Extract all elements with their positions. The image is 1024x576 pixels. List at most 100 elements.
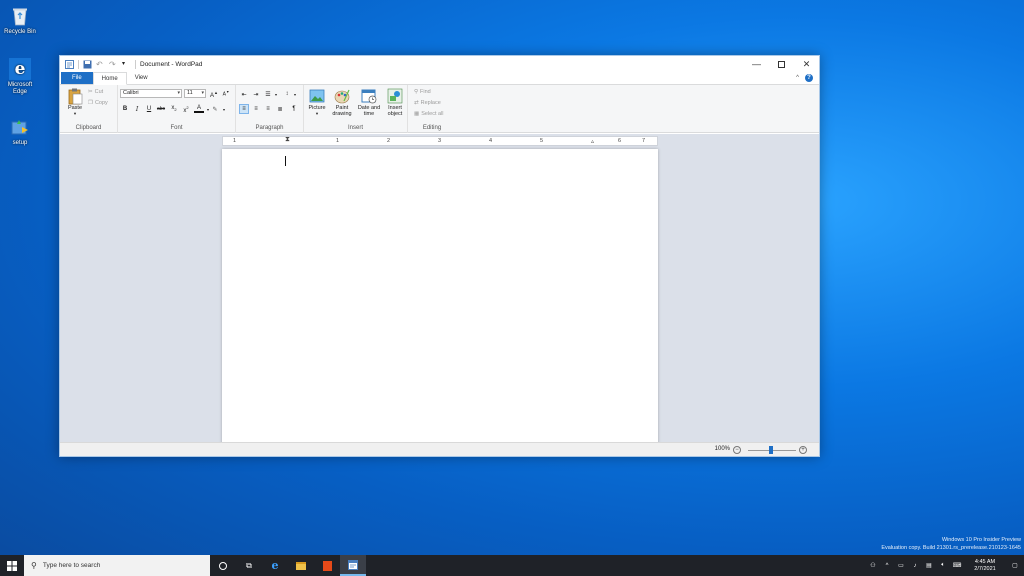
desktop-icon-recycle-bin[interactable]: Recycle Bin	[4, 5, 36, 36]
taskbar-search-box[interactable]: ⚲ Type here to search	[24, 555, 210, 576]
volume-icon[interactable]: 🔈︎	[936, 562, 950, 569]
font-size-value: 11	[187, 90, 193, 96]
superscript-button[interactable]: x2	[181, 104, 191, 114]
zoom-in-button[interactable]: +	[799, 446, 807, 454]
replace-button[interactable]: ⇄ Replace	[414, 100, 441, 106]
bullet-list-icon: ☰	[265, 91, 271, 98]
find-button[interactable]: ⚲ Find	[414, 89, 431, 95]
wordpad-icon	[348, 559, 358, 570]
keyboard-icon[interactable]: ⌨	[950, 562, 964, 569]
task-view-button[interactable]: ⧉	[236, 555, 262, 576]
picture-icon	[309, 88, 325, 104]
collapse-ribbon-icon[interactable]: ^	[796, 75, 799, 81]
tab-home[interactable]: Home	[92, 72, 127, 85]
microphone-icon[interactable]: ♪	[908, 563, 922, 569]
italic-button[interactable]: I	[132, 104, 142, 114]
binoculars-icon: ⚲	[414, 89, 419, 95]
customize-toolbar-chevron-icon[interactable]: ▾	[122, 60, 131, 69]
cortana-icon	[219, 561, 227, 570]
wordpad-app-icon[interactable]	[65, 59, 74, 69]
group-label-insert: Insert	[347, 125, 363, 131]
bold-button[interactable]: B	[120, 104, 130, 114]
close-button[interactable]: ✕	[794, 56, 819, 72]
cortana-button[interactable]	[210, 555, 236, 576]
office-icon	[322, 560, 332, 571]
start-button[interactable]	[0, 555, 24, 576]
align-right-button[interactable]: ≡	[263, 104, 273, 114]
paragraph-settings-button[interactable]: ¶	[289, 104, 299, 114]
date-time-button[interactable]: Date and time	[356, 88, 382, 117]
taskbar-wordpad[interactable]	[340, 555, 366, 576]
select-all-button[interactable]: ▦ Select all	[414, 111, 444, 117]
zoom-slider-thumb[interactable]	[769, 446, 773, 454]
tab-view[interactable]: View	[127, 72, 156, 84]
taskbar-edge[interactable]: e	[262, 555, 288, 576]
grow-font-button[interactable]: A▲	[209, 89, 219, 99]
date-time-label: Date and time	[357, 105, 381, 117]
document-workspace[interactable]: 1 ⧗ 1 2 3 4 5 ▵ 6 7	[60, 134, 819, 442]
show-hidden-icons-chevron-icon[interactable]: ^	[880, 563, 894, 569]
align-left-icon: ≡	[242, 106, 246, 112]
align-left-button[interactable]: ≡	[239, 104, 249, 114]
task-view-icon: ⧉	[246, 560, 252, 570]
strikethrough-button[interactable]: abc	[156, 104, 166, 114]
redo-icon[interactable]: ↷	[109, 60, 118, 69]
people-icon[interactable]: ⚇	[866, 562, 880, 569]
copy-label: Copy	[94, 100, 108, 106]
document-page[interactable]	[222, 149, 658, 442]
taskbar: ⚲ Type here to search ⧉ e ⚇ ^ ▭ ♪ ▤ 🔈︎ ⌨…	[0, 555, 1024, 576]
network-icon[interactable]: ▤	[922, 562, 936, 569]
cut-button[interactable]: ✂ Cut	[88, 89, 103, 95]
paste-dropdown-icon: ▾	[73, 111, 77, 116]
right-indent-marker-icon[interactable]: ▵	[591, 138, 594, 145]
group-label-font: Font	[170, 125, 183, 131]
ruler[interactable]: 1 ⧗ 1 2 3 4 5 ▵ 6 7	[222, 136, 658, 146]
picture-button[interactable]: Picture ▾	[306, 88, 328, 117]
windows-logo-icon	[7, 560, 17, 571]
minimize-button[interactable]: —	[744, 56, 769, 72]
underline-button[interactable]: U	[144, 104, 154, 114]
subscript-button[interactable]: x2	[169, 104, 179, 114]
folder-icon	[296, 561, 306, 570]
indent-marker-icon[interactable]: ⧗	[285, 136, 290, 144]
align-center-button[interactable]: ≡	[251, 104, 261, 114]
grow-font-icon: A▲	[210, 89, 218, 99]
taskbar-file-explorer[interactable]	[288, 555, 314, 576]
desktop-icon-setup[interactable]: setup	[4, 116, 36, 147]
undo-icon[interactable]: ↶	[96, 60, 105, 69]
save-icon[interactable]	[83, 60, 92, 69]
text-color-icon: A	[196, 104, 201, 111]
font-family-select[interactable]: Calibri ▾	[120, 89, 182, 98]
ruler-mark: 1	[336, 138, 340, 144]
taskbar-office[interactable]	[314, 555, 340, 576]
desktop-icon-label: Microsoft Edge	[7, 82, 33, 95]
tab-file[interactable]: File	[61, 72, 93, 84]
bullets-dropdown[interactable]: ▾	[271, 89, 281, 99]
insert-object-button[interactable]: Insert object	[383, 88, 407, 117]
chevron-down-icon: ▾	[201, 90, 204, 96]
increase-indent-button[interactable]: ⇥	[251, 89, 261, 99]
highlight-dropdown[interactable]: ▾	[219, 104, 229, 114]
font-size-select[interactable]: 11 ▾	[184, 89, 206, 98]
desktop-icon-edge[interactable]: e Microsoft Edge	[4, 58, 36, 96]
watermark-line-1: Windows 10 Pro Insider Preview	[941, 537, 1021, 543]
decrease-indent-button[interactable]: ⇤	[239, 89, 249, 99]
line-spacing-dropdown[interactable]: ▾	[290, 89, 300, 99]
ribbon-tabs: File Home View ^ ?	[60, 72, 819, 85]
calendar-clock-icon	[361, 88, 377, 104]
group-insert: Picture ▾ Paint drawing Date and time In…	[304, 85, 408, 133]
meet-now-icon[interactable]: ▭	[894, 562, 908, 569]
copy-button[interactable]: ❐ Copy	[88, 100, 108, 106]
paint-drawing-button[interactable]: Paint drawing	[330, 88, 354, 117]
select-all-label: Select all	[421, 111, 444, 117]
find-label: Find	[420, 89, 431, 95]
help-icon[interactable]: ?	[805, 74, 813, 82]
italic-icon: I	[135, 105, 139, 113]
notifications-icon[interactable]: ▢	[1006, 562, 1024, 569]
zoom-out-button[interactable]: −	[733, 446, 741, 454]
justify-button[interactable]: ≣	[275, 104, 285, 114]
shrink-font-button[interactable]: A▼	[221, 89, 231, 99]
paste-button[interactable]: Paste ▾	[64, 88, 86, 117]
maximize-button[interactable]	[769, 56, 794, 72]
taskbar-clock[interactable]: 4:45 AM 2/7/2021	[964, 559, 1006, 573]
